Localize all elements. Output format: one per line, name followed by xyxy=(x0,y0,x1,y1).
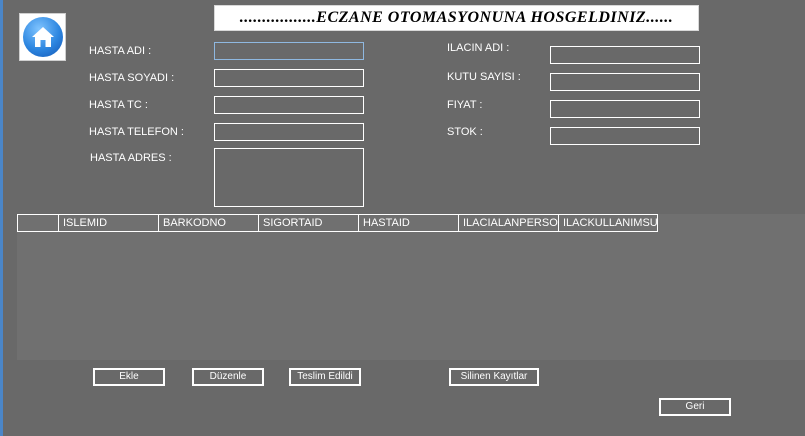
patient-phone-input[interactable] xyxy=(214,123,364,141)
box-count-input[interactable] xyxy=(550,73,700,91)
main-form: .................ECZANE OTOMASYONUNA HOS… xyxy=(0,0,805,436)
home-button[interactable] xyxy=(19,13,66,61)
column-header-hastaid[interactable]: HASTAID xyxy=(359,214,459,232)
patient-address-label: HASTA ADRES : xyxy=(90,152,172,164)
add-button[interactable]: Ekle xyxy=(93,368,165,386)
stock-input[interactable] xyxy=(550,127,700,145)
records-grid[interactable]: ISLEMID BARKODNO SIGORTAID HASTAID ILACI… xyxy=(17,214,805,360)
stock-label: STOK : xyxy=(447,126,483,138)
column-header-sigortaid[interactable]: SIGORTAID xyxy=(259,214,359,232)
patient-tc-label: HASTA TC : xyxy=(89,99,148,111)
column-header-ilackullanimsu[interactable]: ILACKULLANIMSU xyxy=(559,214,658,232)
home-icon xyxy=(22,17,63,57)
patient-name-input[interactable] xyxy=(214,42,364,60)
medicine-name-label: ILACIN ADI : xyxy=(447,42,510,54)
grid-header: ISLEMID BARKODNO SIGORTAID HASTAID ILACI… xyxy=(17,214,658,232)
welcome-banner: .................ECZANE OTOMASYONUNA HOS… xyxy=(214,5,699,31)
patient-surname-input[interactable] xyxy=(214,69,364,87)
column-header-islemid[interactable]: ISLEMID xyxy=(59,214,159,232)
back-button[interactable]: Geri xyxy=(659,398,731,416)
patient-address-input[interactable] xyxy=(214,148,364,207)
column-header-barkodno[interactable]: BARKODNO xyxy=(159,214,259,232)
patient-phone-label: HASTA TELEFON : xyxy=(89,126,184,138)
delivered-button[interactable]: Teslim Edildi xyxy=(289,368,361,386)
price-label: FIYAT : xyxy=(447,99,483,111)
deleted-records-button[interactable]: Silinen Kayıtlar xyxy=(449,368,539,386)
column-header-ilacialanperso[interactable]: ILACIALANPERSO xyxy=(459,214,559,232)
price-input[interactable] xyxy=(550,100,700,118)
edit-button[interactable]: Düzenle xyxy=(192,368,264,386)
box-count-label: KUTU SAYISI : xyxy=(447,71,521,83)
patient-name-label: HASTA ADI : xyxy=(89,45,152,57)
row-header-corner[interactable] xyxy=(17,214,59,232)
patient-tc-input[interactable] xyxy=(214,96,364,114)
patient-surname-label: HASTA SOYADI : xyxy=(89,72,175,84)
medicine-name-input[interactable] xyxy=(550,46,700,64)
